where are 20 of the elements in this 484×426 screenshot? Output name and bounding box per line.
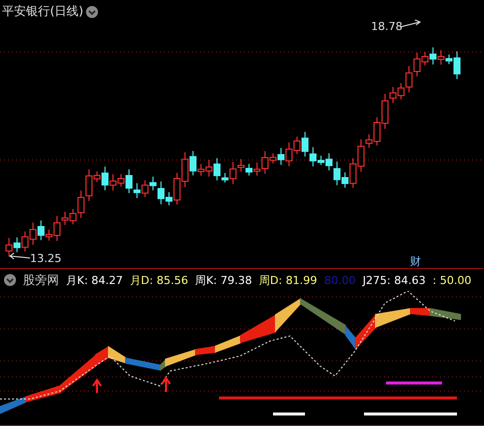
dropdown-icon[interactable]	[86, 6, 98, 18]
dropdown-icon[interactable]	[4, 274, 16, 286]
indicator-value: 80.00	[324, 274, 356, 286]
high-price-label: 18.78	[371, 20, 402, 33]
indicator-value: 月K: 84.27	[66, 272, 123, 288]
indicator-value: 周D: 81.99	[259, 272, 318, 288]
ribbon-segment	[0, 396, 26, 414]
signal-bar	[386, 382, 442, 384]
event-marker[interactable]: 财	[410, 255, 421, 268]
arrow-icon	[9, 252, 30, 260]
low-price-label: 13.25	[30, 252, 62, 265]
indicator-name: 股旁网	[23, 272, 59, 288]
chart-title: 平安银行(日线)	[2, 3, 84, 20]
indicator-value: 月D: 85.56	[130, 272, 188, 288]
indicator-value: J275: 84.63	[362, 274, 426, 286]
indicator-value: : 50.00	[432, 274, 472, 286]
indicator-value: 周K: 79.38	[195, 272, 252, 288]
signal-bar	[273, 412, 305, 416]
up-arrow-icon	[161, 376, 171, 393]
up-arrow-icon	[92, 378, 102, 394]
